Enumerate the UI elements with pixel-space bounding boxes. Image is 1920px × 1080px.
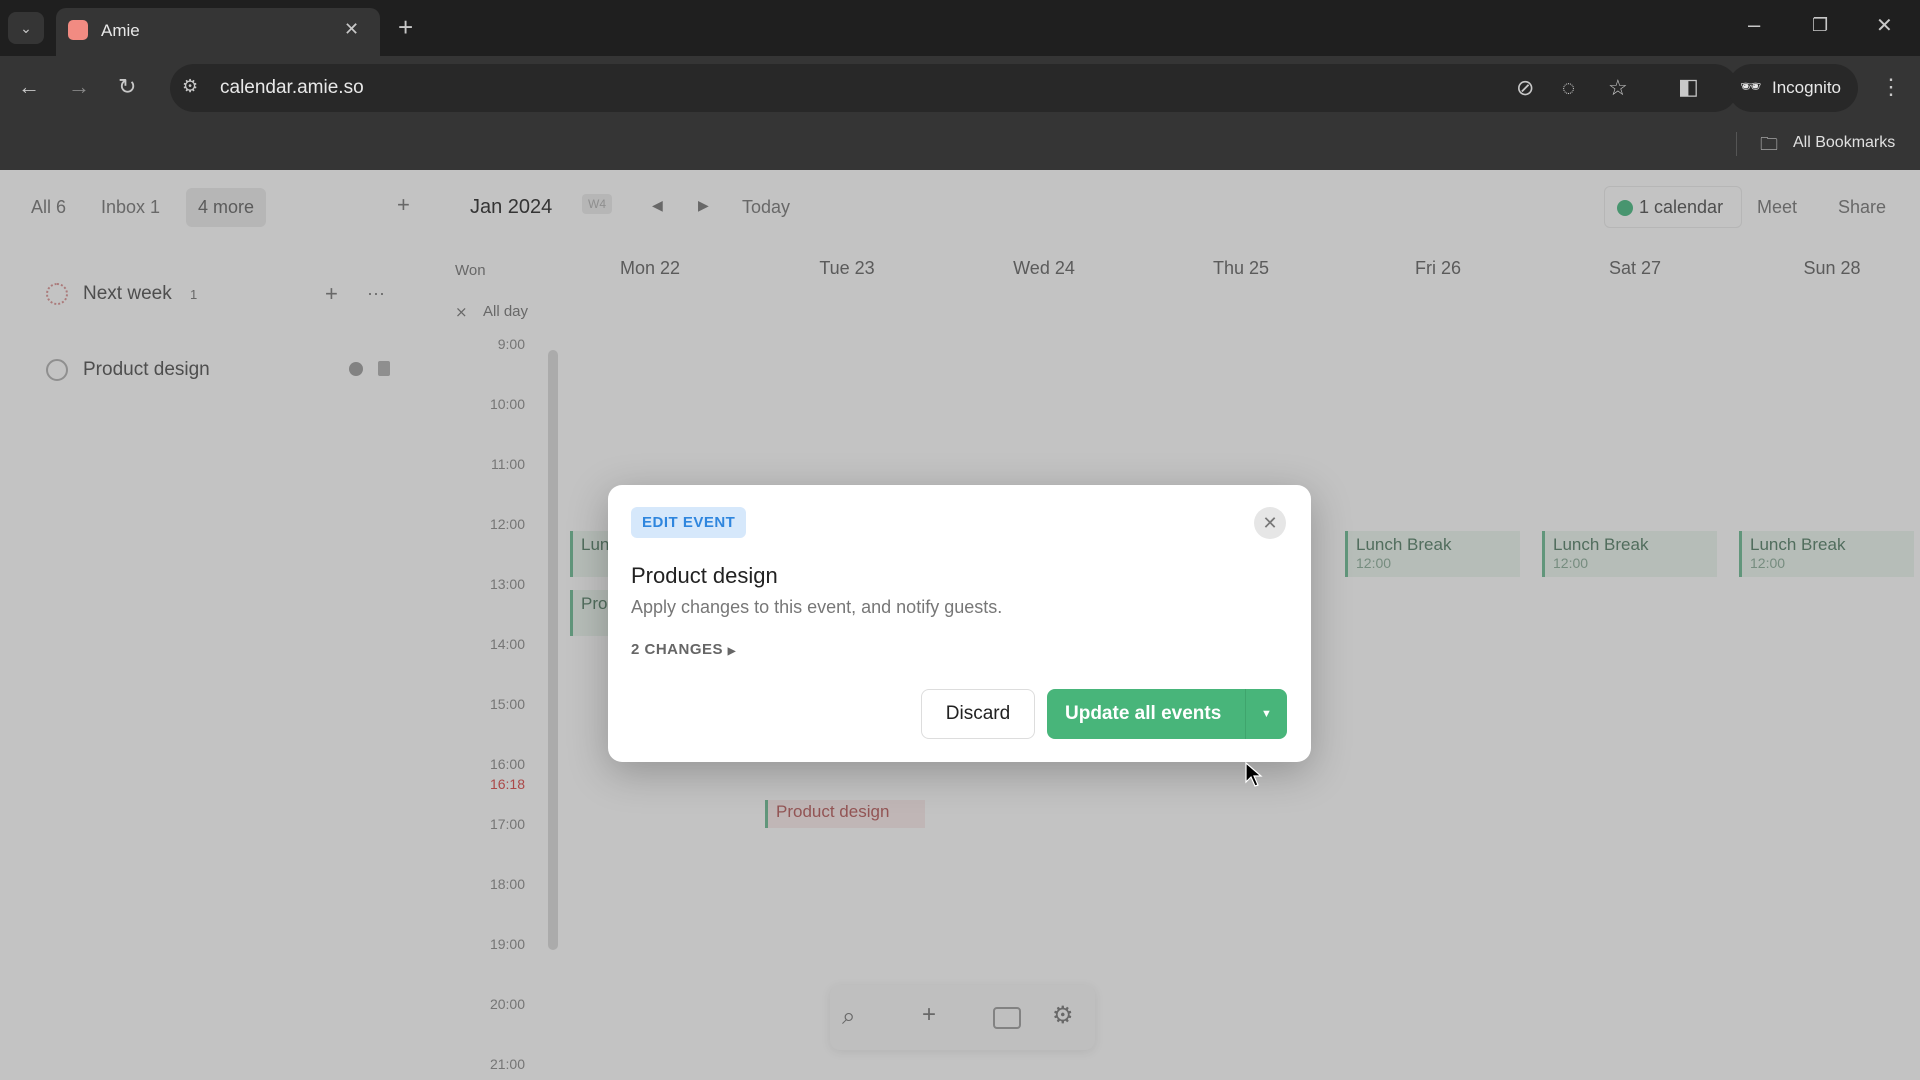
tracking-off-icon[interactable]: ⊘ [1516, 77, 1534, 99]
mouse-cursor-icon [1245, 762, 1263, 787]
url-text: calendar.amie.so [220, 77, 364, 98]
side-panel-icon[interactable]: ◧ [1678, 76, 1699, 98]
all-bookmarks-button[interactable]: All Bookmarks [1793, 134, 1895, 152]
close-dialog-button[interactable]: ✕ [1254, 507, 1286, 539]
browser-tab-strip: ⌄ Amie ✕ + – ❐ ✕ [0, 0, 1920, 56]
restore-button[interactable]: ❐ [1812, 16, 1828, 34]
chevron-right-icon: ▶ [727, 646, 736, 657]
forward-button[interactable]: → [68, 76, 90, 98]
incognito-icon: 🕶 [1740, 77, 1762, 96]
discard-button[interactable]: Discard [921, 689, 1035, 739]
tab-title: Amie [101, 21, 140, 40]
changes-toggle[interactable]: 2 CHANGES ▶ [631, 641, 736, 658]
close-tab-icon[interactable]: ✕ [344, 20, 359, 38]
site-info-icon[interactable]: ⚙ [182, 77, 198, 95]
dialog-subtitle: Apply changes to this event, and notify … [631, 597, 1003, 617]
reload-button[interactable]: ↻ [118, 76, 136, 98]
eye-off-icon[interactable]: ◌ [1562, 77, 1575, 99]
browser-toolbar: ← → ↻ ⚙ calendar.amie.so ⊘ ◌ ☆ ◧ 🕶 Incog… [0, 56, 1920, 120]
divider [1736, 132, 1737, 156]
browser-tab[interactable]: Amie ✕ [56, 8, 380, 56]
close-window-button[interactable]: ✕ [1876, 16, 1893, 36]
bookmark-star-icon[interactable]: ☆ [1608, 77, 1628, 99]
changes-label: 2 CHANGES [631, 641, 724, 658]
amie-favicon-icon [68, 20, 88, 40]
bookmarks-bar: 🗀 All Bookmarks [0, 120, 1920, 170]
folder-icon: 🗀 [1760, 134, 1778, 154]
back-button[interactable]: ← [18, 76, 40, 98]
edit-event-dialog: EDIT EVENT ✕ Product design Apply change… [608, 485, 1311, 762]
incognito-button[interactable]: 🕶 Incognito [1728, 64, 1858, 112]
minimize-button[interactable]: – [1748, 14, 1760, 36]
update-options-dropdown[interactable]: ▼ [1246, 689, 1287, 739]
address-bar[interactable]: ⚙ calendar.amie.so ⊘ ◌ ☆ [170, 64, 1738, 112]
update-all-events-button[interactable]: Update all events [1065, 703, 1221, 725]
menu-icon[interactable]: ⋮ [1880, 76, 1902, 98]
tab-search-button[interactable]: ⌄ [8, 12, 44, 44]
new-tab-button[interactable]: + [398, 14, 413, 40]
profile-label: Incognito [1772, 78, 1841, 97]
update-split-button: Update all events ▼ [1047, 689, 1287, 739]
dialog-title: Product design [631, 563, 778, 588]
edit-event-badge: EDIT EVENT [631, 507, 747, 538]
